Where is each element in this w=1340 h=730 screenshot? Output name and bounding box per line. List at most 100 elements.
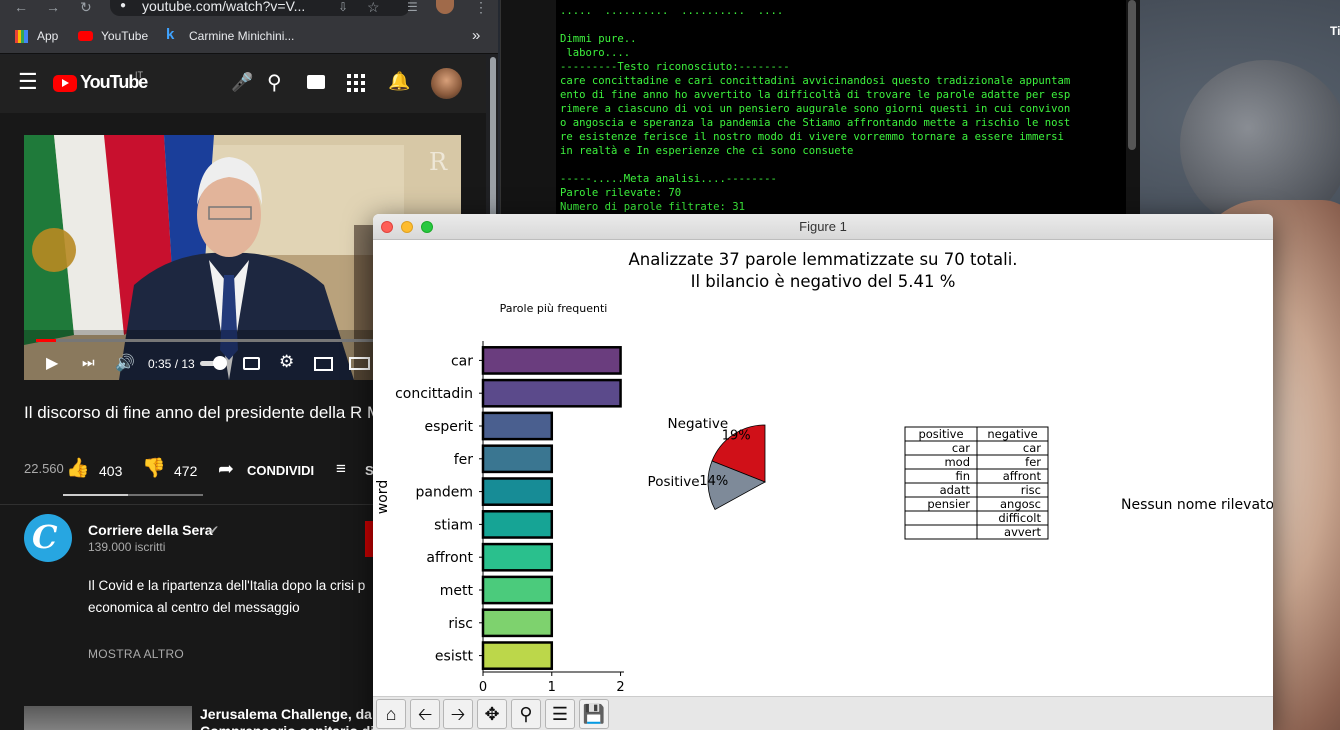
video-description: Il Covid e la ripartenza dell'Italia dop… [88,578,366,615]
terminal-line: Parole rilevate: 70 [560,187,682,199]
terminal-output[interactable]: ..... .......... .......... .... Dimmi pu… [556,0,1126,215]
terminal-line: re esistenze ferisce il nostro modo di v… [560,131,1064,143]
settings-gear-icon[interactable]: ⚙ [279,352,294,372]
pie-slice-label: Negative [668,416,729,432]
figure-suptitle-line2: Il bilancio è negativo del 5.41 % [691,272,956,291]
microphone-icon[interactable]: 🎤 [231,72,253,93]
miniplayer-icon[interactable] [314,357,333,371]
terminal-line: care concittadine e cari concittadini av… [560,75,1071,87]
browser-menu-icon[interactable]: ⋮ [474,0,488,14]
save-figure-icon[interactable]: 💾 [579,699,609,729]
y-tick-label: affront [426,550,473,566]
table-cell-text: car [952,441,970,455]
bookmarks-overflow-icon[interactable]: » [472,27,480,44]
pie-percent-label: 19% [722,429,751,444]
table-cell-text: risc [1021,483,1041,497]
forward-icon[interactable]: → [46,0,60,14]
search-icon[interactable]: ⚲ [267,70,282,95]
bar [481,444,554,474]
table-cell-text: fer [1025,455,1041,469]
youtube-region: IT [135,70,143,80]
channel-name[interactable]: Corriere della Sera [88,522,213,538]
share-button[interactable]: CONDIVIDI [247,463,314,478]
account-avatar[interactable] [431,68,462,99]
video-time: 0:35 / 13 [148,357,195,371]
y-tick-label: risc [448,616,473,632]
terminal-line: Numero di parole filtrate: 31 [560,201,745,213]
profile-avatar[interactable] [436,0,454,14]
table-cell-text: fin [955,469,970,483]
bookmark-carmine[interactable]: Carmine Minichini... [189,29,294,43]
url-text[interactable]: youtube.com/watch?v=V... [142,0,305,14]
y-tick-label: esperit [424,419,473,435]
back-icon[interactable]: ← [14,0,28,14]
bookmark-star-icon[interactable]: ☆ [367,0,380,14]
volume-icon[interactable]: 🔊 [115,353,135,373]
next-video-thumbnail[interactable] [24,706,192,730]
subtitles-icon[interactable] [243,357,260,370]
zoom-magnifier-icon[interactable]: ⚲ [511,699,541,729]
apps-grid-icon[interactable] [347,74,365,92]
notifications-bell-icon[interactable]: 🔔 [388,71,410,92]
media-icon[interactable]: ☰ [407,0,418,14]
dislike-icon[interactable]: 👎 [142,456,166,480]
sentiment-bar [63,494,203,496]
y-tick-label: car [451,353,473,369]
like-icon[interactable]: 👍 [66,456,90,480]
youtube-header: ☰ YouTube IT 🎤 ⚲ 🔔 [0,55,486,113]
reload-icon[interactable]: ↻ [80,0,92,14]
terminal-window[interactable]: ..... .......... .......... .... Dimmi pu… [500,0,1140,215]
table-cell-text: car [1023,441,1041,455]
show-more-button[interactable]: MOSTRA ALTRO [88,647,184,661]
y-tick-label: fer [454,452,474,468]
desktop-corner-label: Ti [1330,24,1340,38]
figure-svg: Analizzate 37 parole lemmatizzate su 70 … [375,250,1273,720]
words-table: positive negativecar carmod ferfin affrontad… [904,426,1049,540]
pie-percent-label: 14% [699,474,728,489]
forward-arrow-icon[interactable]: 🡢 [443,699,473,729]
no-names-text: Nessun nome rilevato [1121,497,1273,513]
figure-titlebar: Figure 1 [373,214,1273,240]
table-cell [904,510,978,526]
bar [481,510,554,539]
bar-chart: Parole più frequenti car concittadin esperi… [375,302,625,720]
figure-canvas[interactable]: Analizzate 37 parole lemmatizzate su 70 … [373,240,1273,720]
install-icon[interactable]: ⇩ [338,0,348,14]
create-video-icon[interactable] [307,75,325,89]
like-count[interactable]: 403 [99,463,122,479]
next-video-title[interactable]: Jerusalema Challenge, dal Comprensorio s… [200,706,376,730]
terminal-line: in realtà e In esperienze che ci sono co… [560,145,854,157]
x-tick-label: 1 [548,680,556,695]
pie-chart: Negative19% Positive 14% [648,416,766,511]
table-cell-text: affront [1003,469,1042,483]
table-header: negative [987,427,1037,441]
bookmark-youtube[interactable]: YouTube [101,29,148,43]
screen: Ti ..... .......... .......... .... Dimmi… [0,0,1340,730]
dislike-count[interactable]: 472 [174,463,197,479]
bar-chart-title: Parole più frequenti [500,302,608,315]
terminal-scrollbar[interactable] [1128,0,1136,150]
configure-subplots-icon[interactable]: ☰ [545,699,575,729]
hamburger-menu-icon[interactable]: ☰ [18,71,38,93]
play-icon[interactable]: ▶ [46,353,58,373]
next-video-icon[interactable]: ⏭ [82,354,95,371]
terminal-line: ---------Testo riconosciuto:-------- [560,61,790,73]
table-cell [904,524,978,540]
y-tick-label: esistt [435,649,474,665]
home-icon[interactable]: ⌂ [376,699,406,729]
y-axis-label: word [375,480,391,514]
save-playlist-icon[interactable]: ≡ [336,459,346,479]
volume-slider-handle[interactable] [213,356,227,370]
bookmark-apps[interactable]: App [37,29,58,43]
pan-icon[interactable]: ✥ [477,699,507,729]
share-icon[interactable]: ➦ [218,458,234,481]
apps-icon[interactable] [15,30,28,43]
youtube-logo-icon[interactable] [53,75,77,92]
theater-mode-icon[interactable] [349,357,370,370]
back-arrow-icon[interactable]: 🡠 [410,699,440,729]
bar [481,411,554,441]
bar [481,575,554,605]
channel-avatar[interactable]: C [24,514,72,562]
